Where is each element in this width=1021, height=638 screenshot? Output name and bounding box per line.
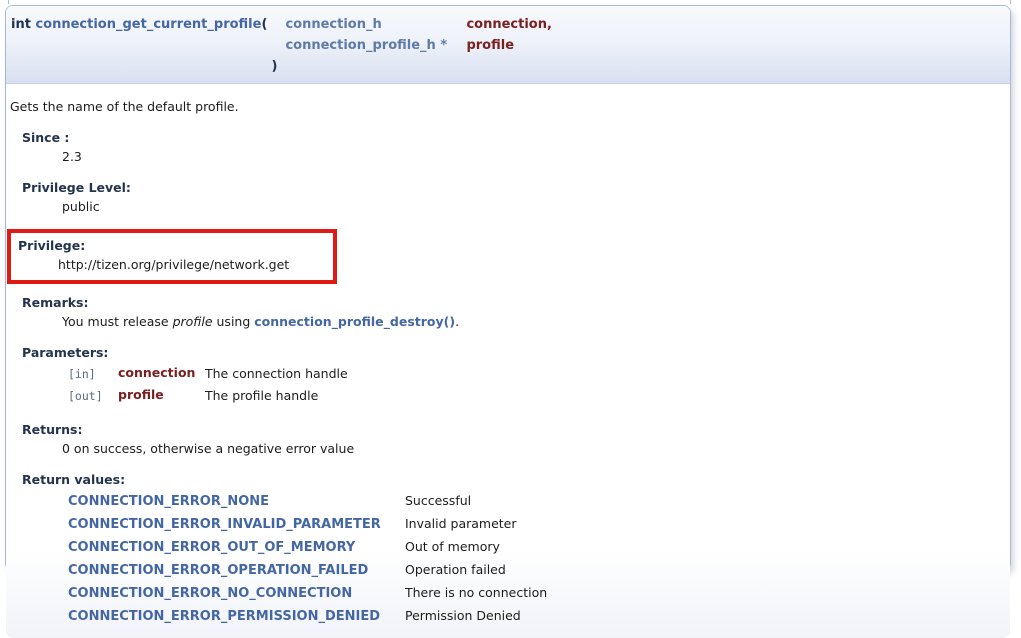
parameters-table: [in] connection The connection handle [o… [62, 363, 349, 407]
signature-table: int connection_get_current_profile ( con… [11, 14, 552, 77]
since-label: Since : [22, 129, 1006, 146]
parameter-row: [out] profile The profile handle [62, 385, 349, 407]
return-value-row: CONNECTION_ERROR_NO_CONNECTION There is … [62, 582, 548, 605]
error-code-link[interactable]: CONNECTION_ERROR_NONE [68, 494, 269, 509]
param-type-cell: connection_profile_h * [285, 35, 466, 56]
param-description: The connection handle [204, 363, 349, 385]
error-code-link[interactable]: CONNECTION_ERROR_PERMISSION_DENIED [68, 609, 380, 624]
privilege-level-label: Privilege Level: [22, 179, 1006, 196]
return-value-row: CONNECTION_ERROR_OUT_OF_MEMORY Out of me… [62, 536, 548, 559]
function-doc-card: int connection_get_current_profile ( con… [5, 5, 1011, 571]
param-type-link-connection-profile-h[interactable]: connection_profile_h * [285, 38, 447, 53]
param-type-cell: connection_h [285, 14, 466, 35]
privilege-highlight-box: Privilege: http://tizen.org/privilege/ne… [7, 229, 337, 284]
error-code-description: There is no connection [399, 582, 548, 605]
previous-section-edge-right [1010, 0, 1011, 4]
param-direction: [in] [62, 363, 111, 385]
since-value: 2.3 [62, 148, 1006, 165]
error-code-description: Successful [399, 490, 548, 513]
privilege-section: Privilege: http://tizen.org/privilege/ne… [18, 237, 333, 273]
error-code-link[interactable]: CONNECTION_ERROR_NO_CONNECTION [68, 586, 352, 601]
remarks-section: Remarks: You must release profile using … [22, 294, 1006, 330]
param-direction: [out] [62, 385, 111, 407]
return-values-table: CONNECTION_ERROR_NONE Successful CONNECT… [62, 490, 548, 628]
param-name: connection [111, 363, 204, 385]
error-code-link[interactable]: CONNECTION_ERROR_OUT_OF_MEMORY [68, 540, 355, 555]
since-section: Since : 2.3 [22, 129, 1006, 165]
error-code-description: Invalid parameter [399, 513, 548, 536]
param-name-cell: profile [466, 35, 551, 56]
return-type: int [11, 17, 31, 32]
destroy-function-link[interactable]: connection_profile_destroy() [254, 314, 455, 329]
param-name: profile [111, 385, 204, 407]
function-description: Gets the name of the default profile. [10, 98, 1006, 115]
returns-section: Returns: 0 on success, otherwise a negat… [22, 421, 1006, 457]
param-name-cell: connection, [466, 14, 551, 35]
signature-name-cell: int connection_get_current_profile [11, 14, 261, 35]
return-value-row: CONNECTION_ERROR_INVALID_PARAMETER Inval… [62, 513, 548, 536]
parameter-row: [in] connection The connection handle [62, 363, 349, 385]
remarks-text: You must release profile using connectio… [62, 313, 1006, 330]
error-code-description: Permission Denied [399, 605, 548, 628]
parameters-table-wrap: [in] connection The connection handle [o… [62, 363, 1006, 407]
function-doc-body: Gets the name of the default profile. Si… [6, 84, 1010, 638]
function-name-link[interactable]: connection_get_current_profile [35, 17, 261, 32]
return-value-row: CONNECTION_ERROR_PERMISSION_DENIED Permi… [62, 605, 548, 628]
privilege-level-value: public [62, 198, 1006, 215]
return-values-table-wrap: CONNECTION_ERROR_NONE Successful CONNECT… [62, 490, 1006, 628]
error-code-link[interactable]: CONNECTION_ERROR_INVALID_PARAMETER [68, 517, 381, 532]
param-description: The profile handle [204, 385, 349, 407]
param-type-link-connection-h[interactable]: connection_h [285, 17, 381, 32]
close-paren: ) [261, 56, 285, 77]
remarks-label: Remarks: [22, 294, 1006, 311]
return-values-section: Return values: CONNECTION_ERROR_NONE Suc… [22, 471, 1006, 628]
remarks-italic-term: profile [173, 314, 213, 329]
returns-value: 0 on success, otherwise a negative error… [62, 440, 1006, 457]
returns-label: Returns: [22, 421, 1006, 438]
return-value-row: CONNECTION_ERROR_NONE Successful [62, 490, 548, 513]
privilege-label: Privilege: [18, 237, 333, 254]
return-values-label: Return values: [22, 471, 1006, 488]
open-paren: ( [261, 14, 285, 35]
previous-section-edge-left [8, 0, 9, 4]
parameters-label: Parameters: [22, 344, 1006, 361]
function-signature-header: int connection_get_current_profile ( con… [6, 6, 1010, 84]
error-code-link[interactable]: CONNECTION_ERROR_OPERATION_FAILED [68, 563, 368, 578]
privilege-level-section: Privilege Level: public [22, 179, 1006, 215]
privilege-url: http://tizen.org/privilege/network.get [58, 256, 333, 273]
parameters-section: Parameters: [in] connection The connecti… [22, 344, 1006, 407]
error-code-description: Out of memory [399, 536, 548, 559]
